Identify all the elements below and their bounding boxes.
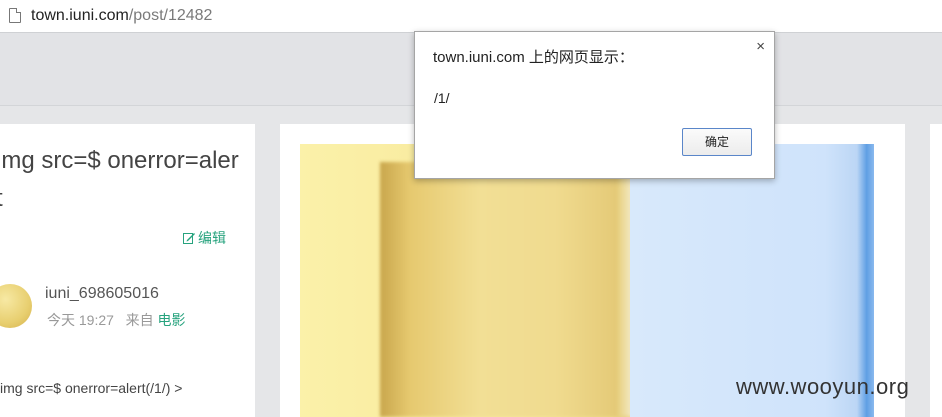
dialog-message: /1/ [434,90,450,106]
from-label: 来自 [125,312,154,328]
post-title: img src=$ onerror=alert [0,147,239,212]
url-host: town.iuni.com [31,7,129,24]
side-card [930,124,942,417]
alert-dialog: town.iuni.com 上的网页显示： × /1/ 确定 [414,31,775,179]
folder-front [380,162,630,417]
post-card: img src=$ onerror=alert 编辑 iuni_69860501… [0,124,255,417]
edit-icon [183,233,195,244]
address-bar[interactable]: town.iuni.com/post/12482 [0,0,942,33]
edit-button[interactable]: 编辑 [183,228,226,248]
author-name[interactable]: iuni_698605016 [45,285,159,303]
close-icon[interactable]: × [756,39,765,55]
edit-label: 编辑 [198,230,226,246]
ok-button[interactable]: 确定 [682,128,752,156]
avatar[interactable] [0,284,32,328]
source-link[interactable]: 电影 [158,312,186,328]
url-path: /post/12482 [128,7,213,24]
post-meta: 今天 19:27 来自 电影 [47,310,186,330]
post-body: img src=$ onerror=alert(/1/) > [0,380,183,396]
url-field[interactable]: town.iuni.com/post/12482 [31,6,212,26]
post-time: 今天 19:27 [47,312,114,328]
dialog-title: town.iuni.com 上的网页显示： [433,49,634,66]
watermark: www.wooyun.org [736,374,910,399]
page-icon [9,8,21,23]
